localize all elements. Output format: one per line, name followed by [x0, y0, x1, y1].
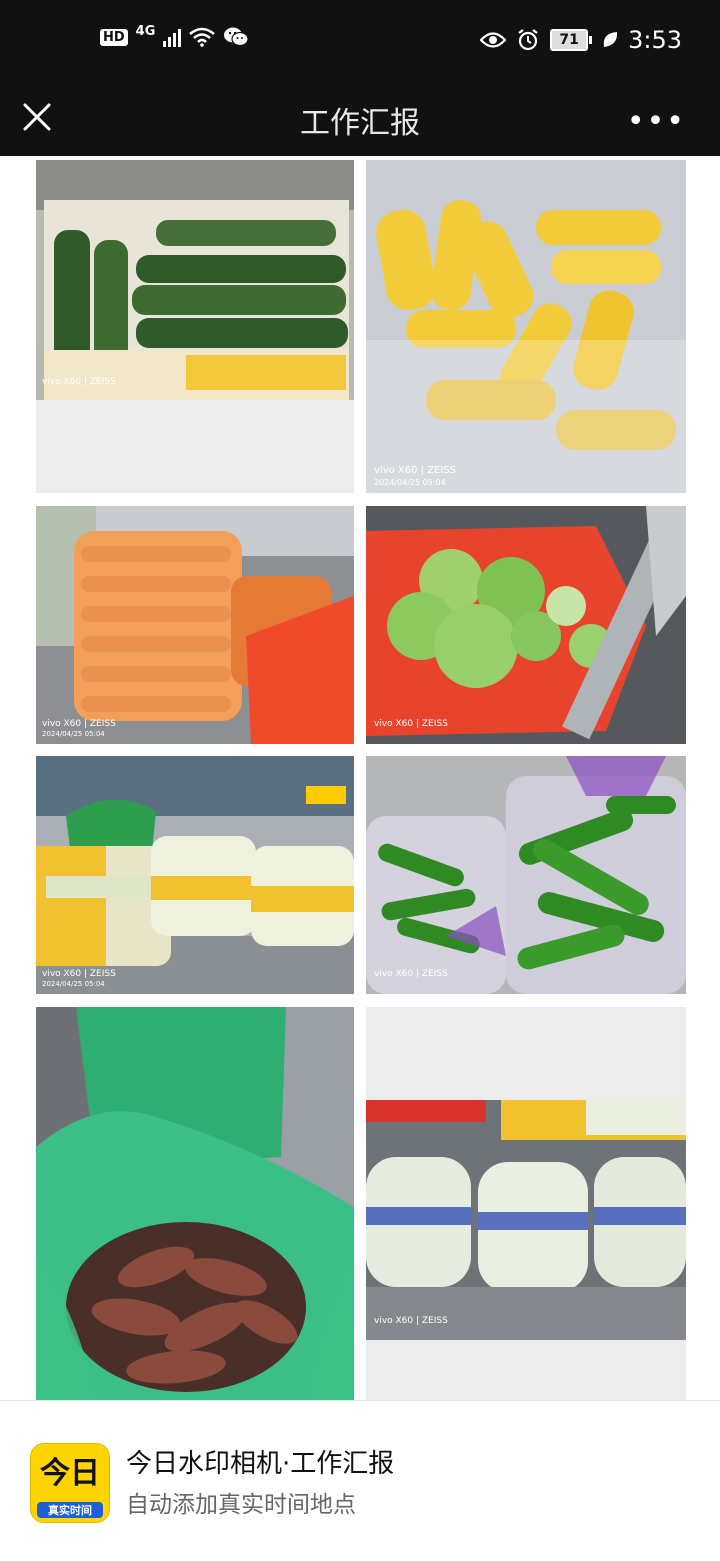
svg-text:vivo X60 | ZEISS: vivo X60 | ZEISS: [374, 465, 456, 476]
app-icon[interactable]: 今日 真实时间: [30, 1443, 110, 1523]
more-icon[interactable]: •••: [627, 104, 686, 139]
svg-text:2024/04/25 05:04: 2024/04/25 05:04: [374, 478, 446, 487]
alarm-icon: [518, 29, 538, 51]
svg-text:vivo X60 | ZEISS: vivo X60 | ZEISS: [374, 969, 448, 979]
svg-text:vivo X60 | ZEISS: vivo X60 | ZEISS: [374, 1316, 448, 1326]
photo-green-onions[interactable]: vivo X60 | ZEISS 2024/04/25 05:04: [36, 756, 354, 994]
app-title: 今日水印相机·工作汇报: [126, 1449, 395, 1479]
wifi-icon: [189, 27, 216, 47]
status-bar: HD 4G 71 3:53: [0, 0, 720, 84]
eye-icon: [480, 32, 507, 48]
photo-cabbage[interactable]: vivo X60 | ZEISS: [366, 506, 686, 744]
photo-cucumbers[interactable]: vivo X60 | ZEISS: [36, 160, 354, 493]
clock: 3:53: [628, 26, 682, 54]
svg-text:vivo X60 | ZEISS: vivo X60 | ZEISS: [374, 719, 448, 729]
app-icon-text: 今日: [40, 1456, 100, 1491]
photo-grid: vivo X60 | ZEISS vivo X60 | ZEISS 2024/0…: [0, 156, 720, 1400]
app-subtitle: 自动添加真实时间地点: [126, 1492, 356, 1518]
page-title: 工作汇报: [300, 106, 420, 141]
svg-text:vivo X60 | ZEISS: vivo X60 | ZEISS: [42, 969, 116, 979]
app-icon-label: 真实时间: [37, 1502, 103, 1518]
leaf-icon: [603, 32, 618, 47]
battery-level: 71: [550, 29, 589, 51]
photo-corn[interactable]: vivo X60 | ZEISS 2024/04/25 05:04: [366, 160, 686, 493]
nav-bar: 工作汇报 •••: [0, 84, 720, 156]
battery-icon: 71: [550, 29, 593, 51]
svg-text:2024/04/25 05:04: 2024/04/25 05:04: [42, 730, 105, 738]
photo-packaged-vegetables[interactable]: vivo X60 | ZEISS: [366, 1007, 686, 1400]
svg-text:vivo X60 | ZEISS: vivo X60 | ZEISS: [42, 719, 116, 729]
wechat-icon: [224, 27, 249, 47]
app-promo-banner[interactable]: 今日 真实时间 今日水印相机·工作汇报 自动添加真实时间地点: [0, 1400, 720, 1561]
photo-carrots[interactable]: vivo X60 | ZEISS 2024/04/25 05:04: [36, 506, 354, 744]
photo-sweet-potatoes[interactable]: [36, 1007, 354, 1400]
photo-green-peppers[interactable]: vivo X60 | ZEISS: [366, 756, 686, 994]
hd-badge: HD: [100, 28, 128, 46]
svg-text:vivo X60 | ZEISS: vivo X60 | ZEISS: [42, 377, 116, 387]
svg-text:2024/04/25 05:04: 2024/04/25 05:04: [42, 980, 105, 988]
signal-icon: [163, 27, 182, 47]
network-type: 4G: [135, 23, 156, 39]
